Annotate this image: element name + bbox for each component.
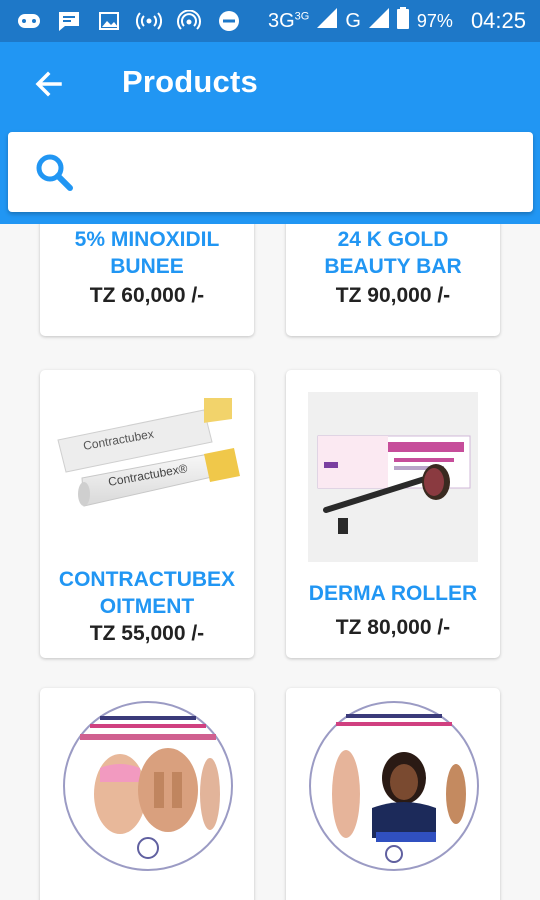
product-price: TZ 55,000 /- (89, 622, 205, 645)
search-icon[interactable] (30, 148, 78, 196)
image-icon (96, 10, 122, 32)
clock: 04:25 (470, 8, 526, 33)
signal-icon (317, 8, 338, 34)
status-bar: 3G3G G 97% 04:25 (0, 0, 540, 42)
product-image (308, 392, 478, 562)
gamepad-icon (16, 10, 42, 32)
product-grid: 5% MINOXIDIL BUNEE TZ 60,000 /- 24 K GOL… (0, 224, 540, 900)
product-card[interactable]: Contractubex Contractubex® CONTRACTUBEX … (40, 370, 254, 658)
product-price: TZ 80,000 /- (335, 616, 451, 639)
product-image: Contractubex Contractubex® (54, 382, 250, 524)
page-title: Products (122, 64, 258, 99)
signal-icon-2 (368, 8, 389, 34)
battery-percent: 97% (416, 10, 453, 31)
product-card[interactable]: DERMA ROLLER TZ 80,000 /- (286, 370, 500, 658)
search-bar (8, 132, 533, 212)
product-price: TZ 60,000 /- (89, 284, 205, 307)
product-image (306, 698, 482, 874)
product-name: 24 K GOLD BEAUTY BAR (324, 228, 462, 278)
product-name: CONTRACTUBEX OITMENT (58, 568, 236, 618)
wireless-icon (136, 10, 162, 32)
product-image (60, 698, 236, 874)
product-card[interactable] (286, 688, 500, 900)
do-not-disturb-icon (216, 10, 242, 32)
search-input[interactable] (86, 141, 513, 203)
product-card[interactable]: 5% MINOXIDIL BUNEE TZ 60,000 /- (40, 224, 254, 336)
app-bar: Products (0, 42, 540, 128)
battery-icon (396, 7, 409, 35)
product-price: TZ 90,000 /- (335, 284, 451, 307)
network-type: 3G3G (267, 9, 310, 32)
product-name: 5% MINOXIDIL BUNEE (74, 228, 220, 278)
arrow-back-icon[interactable] (30, 66, 66, 102)
carrier-label: G (345, 9, 361, 32)
message-icon (56, 10, 82, 32)
hotspot-icon (176, 10, 202, 32)
product-name: DERMA ROLLER (308, 582, 478, 605)
product-card[interactable] (40, 688, 254, 900)
product-card[interactable]: 24 K GOLD BEAUTY BAR TZ 90,000 /- (286, 224, 500, 336)
